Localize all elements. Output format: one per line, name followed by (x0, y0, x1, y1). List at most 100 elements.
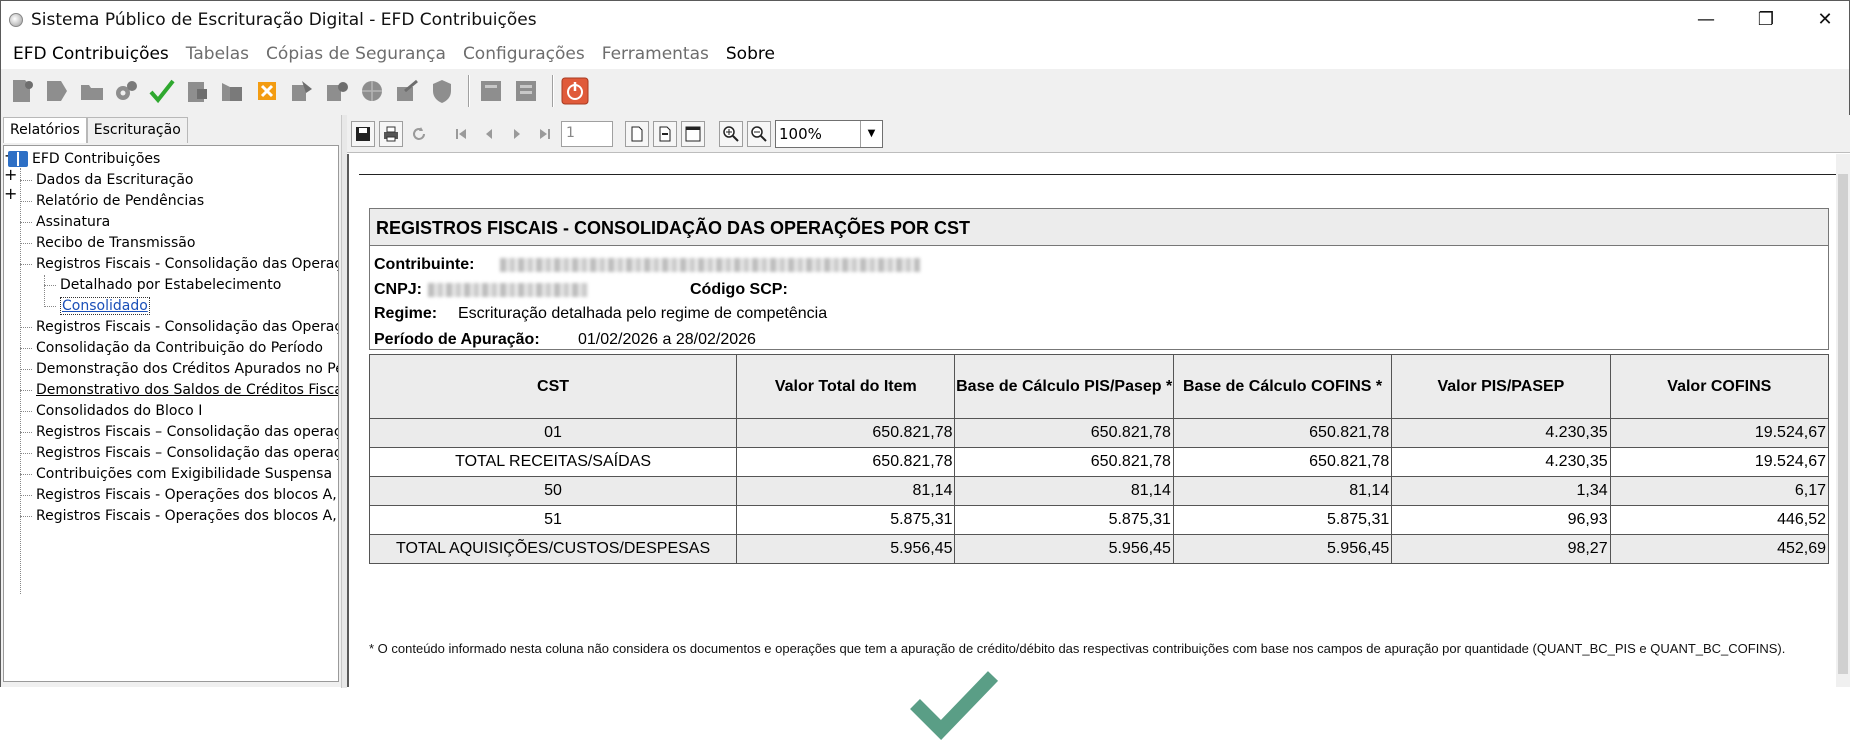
column-header: Valor COFINS (1609, 354, 1830, 419)
tree-item-label: Relatório de Pendências (36, 193, 205, 209)
regime-label: Regime: (374, 305, 438, 322)
zoom-in-icon (723, 125, 739, 142)
menu-sobre[interactable]: Sobre (726, 44, 775, 64)
scrollbar-thumb[interactable] (1838, 174, 1848, 674)
print-button[interactable] (379, 120, 403, 147)
tree-item[interactable]: Assinatura (20, 211, 110, 233)
main-toolbar (1, 69, 1849, 113)
tree-item[interactable]: Contribuições com Exigibilidade Suspensa (20, 463, 332, 485)
periodo-label: Período de Apuração: (374, 331, 540, 348)
page-number-input[interactable]: 1 (561, 120, 613, 147)
power-icon (561, 77, 589, 105)
table-cell: 6,17 (1609, 476, 1830, 506)
table-cell: 5.875,31 (1172, 505, 1393, 535)
table-row-total: TOTAL AQUISIÇÕES/CUSTOS/DESPESAS 5.956,4… (368, 534, 1830, 564)
tool-button-9[interactable] (287, 75, 317, 107)
fit-page-button[interactable] (653, 120, 677, 147)
table-cell: 5.956,45 (736, 534, 956, 564)
first-page-button[interactable] (449, 121, 473, 147)
validate-button[interactable] (112, 75, 142, 107)
menu-copias-seguranca[interactable]: Cópias de Segurança (266, 44, 446, 64)
menu-configuracoes[interactable]: Configurações (463, 44, 585, 64)
checkmark-icon (910, 671, 999, 740)
maximize-button[interactable]: ❐ (1741, 1, 1791, 37)
refresh-icon (413, 126, 425, 140)
tool-button-14[interactable] (476, 75, 506, 107)
previous-page-button[interactable] (477, 121, 501, 147)
report-tree: EFD Contribuições Dados da Escrituração … (3, 145, 339, 682)
menu-tabelas[interactable]: Tabelas (186, 44, 249, 64)
globe-button[interactable] (357, 75, 387, 107)
vertical-scrollbar[interactable] (1836, 154, 1850, 687)
last-page-button[interactable] (533, 121, 557, 147)
import-button[interactable] (42, 75, 72, 107)
tool-button-10[interactable] (322, 75, 352, 107)
save-report-button[interactable] (351, 120, 375, 147)
table-cell: 650.821,78 (736, 418, 956, 448)
next-page-button[interactable] (505, 121, 529, 147)
new-file-button[interactable] (7, 75, 37, 107)
tool-button-13[interactable] (427, 75, 457, 107)
column-header: Base de Cálculo COFINS * (1172, 354, 1393, 419)
left-tabs: Relatórios Escrituração (3, 117, 188, 143)
table-cell: 01 (368, 418, 738, 448)
title-bar: Sistema Público de Escrituração Digital … (1, 1, 1849, 39)
tree-item[interactable]: Consolidação da Contribuição do Período (20, 337, 323, 359)
menu-efd-contribuicoes[interactable]: EFD Contribuições (13, 44, 169, 64)
tree-item[interactable]: Registros Fiscais - Operações dos blocos… (20, 484, 338, 506)
tab-relatorios[interactable]: Relatórios (3, 117, 87, 143)
tool-button-15[interactable] (511, 75, 541, 107)
table-cell: 96,93 (1391, 505, 1611, 535)
column-header: Base de Cálculo PIS/Pasep * (954, 354, 1174, 419)
table-cell: 5.875,31 (736, 505, 956, 535)
tree-item-label: Demonstrativo dos Saldos de Créditos Fis… (36, 382, 339, 398)
check-button[interactable] (147, 75, 177, 107)
report-footnote: * O conteúdo informado nesta coluna não … (369, 641, 1786, 656)
tree-item[interactable]: Registros Fiscais – Consolidação das ope… (20, 421, 338, 443)
zoom-in-button[interactable] (719, 120, 743, 147)
exit-button[interactable] (560, 75, 590, 107)
tree-item-label: Registros Fiscais - Consolidação das Ope… (36, 319, 339, 335)
open-folder-button[interactable] (77, 75, 107, 107)
menu-ferramentas[interactable]: Ferramentas (602, 44, 709, 64)
pen-box-icon (397, 79, 418, 101)
table-row: 50 81,14 81,14 81,14 1,34 6,17 (368, 476, 1830, 506)
table-cell: 5.956,45 (1172, 534, 1393, 564)
tree-item[interactable]: Demonstração dos Créditos Apurados no Pe… (20, 358, 338, 380)
tree-item[interactable]: Demonstrativo dos Saldos de Créditos Fis… (20, 379, 339, 401)
tree-item-selected[interactable]: Consolidado (44, 295, 150, 317)
sign-button[interactable] (182, 75, 212, 107)
table-cell: 650.821,78 (954, 447, 1174, 477)
tree-item[interactable]: Registros Fiscais - Consolidação das Ope… (20, 253, 339, 275)
tree-item[interactable]: Consolidados do Bloco I (20, 400, 202, 422)
printer-icon (384, 126, 398, 141)
refresh-button[interactable] (407, 121, 431, 147)
tree-item-label: Consolidados do Bloco I (36, 403, 203, 419)
tree-item-label: Recibo de Transmissão (36, 235, 196, 251)
tree-item[interactable]: Registros Fiscais - Operações dos blocos… (20, 505, 338, 527)
actual-size-button[interactable] (625, 120, 649, 147)
document-tools-icon (327, 82, 348, 101)
check-icon (149, 79, 175, 104)
zoom-select[interactable]: 100% ▼ (775, 119, 883, 148)
transmit-button[interactable] (217, 75, 247, 107)
tree-item[interactable]: Detalhado por Estabelecimento (44, 274, 281, 296)
zoom-out-button[interactable] (747, 120, 771, 147)
tree-item[interactable]: Registros Fiscais – Consolidação das ope… (20, 442, 338, 464)
tree-root-label: EFD Contribuições (32, 151, 161, 167)
tree-item[interactable]: Recibo de Transmissão (20, 232, 195, 254)
tree-item[interactable]: Registros Fiscais - Consolidação das Ope… (20, 316, 339, 338)
table-cell: 452,69 (1609, 534, 1830, 564)
tree-item[interactable]: Relatório de Pendências (20, 190, 204, 212)
report-title: REGISTROS FISCAIS - CONSOLIDAÇÃO DAS OPE… (369, 208, 1829, 246)
tree-item-label: Registros Fiscais - Consolidação das Ope… (36, 256, 339, 272)
tree-root[interactable]: EFD Contribuições (8, 148, 160, 170)
close-button[interactable]: ✕ (1800, 1, 1850, 37)
delete-button[interactable] (252, 75, 282, 107)
tab-escrituracao[interactable]: Escrituração (86, 117, 188, 143)
fit-width-button[interactable] (681, 120, 705, 147)
minimize-button[interactable]: — (1681, 1, 1731, 37)
table-cell: 650.821,78 (1172, 418, 1393, 448)
tree-item[interactable]: Dados da Escrituração (20, 169, 194, 191)
tool-button-12[interactable] (392, 75, 422, 107)
